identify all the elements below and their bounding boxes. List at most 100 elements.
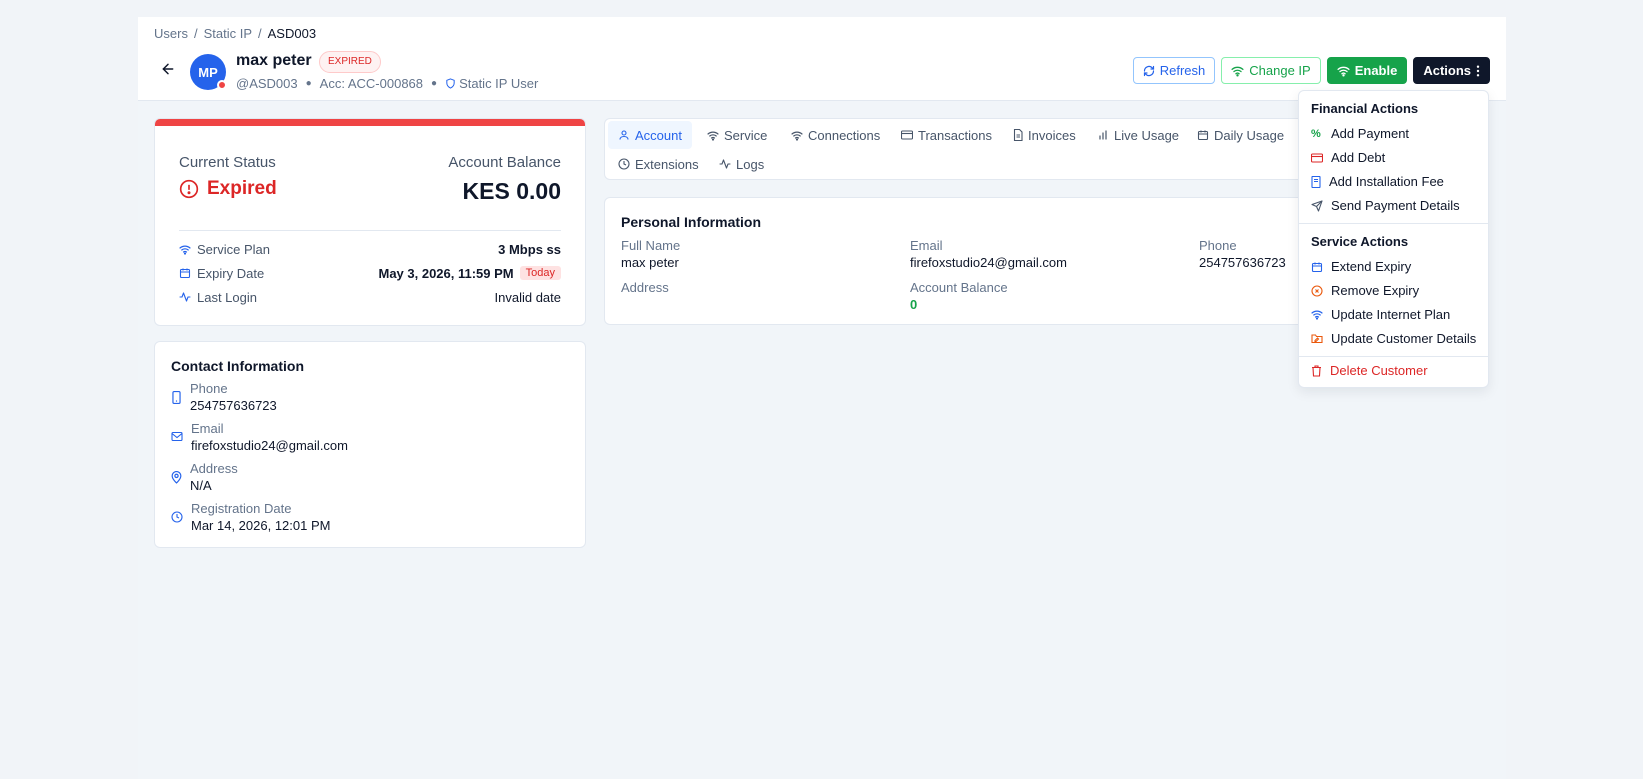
expiry-label: Expiry Date [197,265,265,281]
header-actions: Refresh Change IP Enable Actions [1132,57,1490,84]
user-type-label: Static IP User [459,76,539,91]
current-status-text: Expired [207,178,277,199]
full-name-value: max peter [621,255,679,270]
menu-item-update-customer-details[interactable]: Update Customer Details [1311,331,1476,346]
actions-button[interactable]: Actions [1413,57,1490,84]
extend-expiry-label: Extend Expiry [1331,259,1412,274]
today-badge: Today [519,266,561,280]
divider [179,230,561,231]
tab-live-usage[interactable]: Live Usage [1087,121,1189,149]
service-plan-value: 3 Mbps ss [498,241,561,257]
trash-icon [1312,364,1321,377]
receipt-icon [1311,175,1321,188]
tab-account[interactable]: Account [608,121,692,149]
tab-daily-usage-label: Daily Usage [1214,127,1285,143]
menu-item-add-payment[interactable]: % Add Payment [1311,126,1409,141]
wifi-icon [179,245,191,255]
contact-phone: Phone 254757636723 [171,381,277,413]
last-login-label: Last Login [197,289,257,305]
menu-item-add-debt[interactable]: Add Debt [1311,150,1385,165]
menu-item-extend-expiry[interactable]: Extend Expiry [1311,259,1411,274]
alert-circle-icon [179,179,199,199]
credit-card-icon [901,130,913,140]
avatar: MP [190,54,227,90]
tab-connections-label: Connections [808,127,881,143]
percent-icon: % [1311,127,1321,140]
tab-live-usage-label: Live Usage [1114,127,1180,143]
menu-item-send-payment-details[interactable]: Send Payment Details [1311,198,1460,213]
tab-service[interactable]: Service [697,121,777,149]
menu-item-add-installation-fee[interactable]: Add Installation Fee [1311,174,1444,189]
personal-info-card: Personal Information Full Name max peter… [604,197,1304,325]
financial-actions-header: Financial Actions [1311,101,1419,116]
wifi-icon [1311,310,1323,320]
mail-icon [171,431,183,442]
email-value: firefoxstudio24@gmail.com [910,255,1067,270]
tab-connections[interactable]: Connections [781,121,890,149]
wifi-icon [707,131,719,141]
contact-title: Contact Information [171,358,304,374]
calendar-icon [179,268,191,279]
last-login-value: Invalid date [494,289,562,305]
account-balance-value: KES 0.00 [462,178,561,204]
phone-icon [172,391,181,404]
service-plan-row: Service Plan 3 Mbps ss [179,240,561,258]
phone-value: 254757636723 [190,398,277,413]
file-text-icon [1013,129,1023,141]
tab-account-label: Account [635,127,682,143]
back-arrow-icon[interactable] [160,61,176,77]
user-name: max peter [236,52,312,69]
remove-expiry-label: Remove Expiry [1331,283,1420,298]
tab-extensions[interactable]: Extensions [608,150,709,178]
enable-button[interactable]: Enable [1326,57,1408,84]
update-customer-details-label: Update Customer Details [1331,331,1477,346]
menu-item-delete-customer[interactable]: Delete Customer [1311,363,1428,378]
more-vertical-icon [1476,65,1480,76]
status-bar [155,119,585,126]
send-payment-details-label: Send Payment Details [1331,198,1460,213]
wifi-icon [1231,66,1244,77]
tabs-bar: Account Service Connections Transactions… [604,118,1304,180]
activity-icon [179,292,191,302]
tab-transactions-label: Transactions [918,127,992,143]
add-payment-label: Add Payment [1331,126,1410,141]
change-ip-button[interactable]: Change IP [1221,57,1321,84]
service-actions-header: Service Actions [1311,234,1409,249]
phone-field: Phone 254757636723 [1199,238,1286,270]
email-label: Email [191,421,224,436]
page-header: Users / Static IP / ASD003 MP max peter … [138,17,1506,101]
email-value: firefoxstudio24@gmail.com [191,438,348,453]
registration-label: Registration Date [191,501,292,516]
enable-label: Enable [1354,63,1398,78]
tab-extensions-label: Extensions [635,156,699,172]
expiry-value: May 3, 2026, 11:59 PM [378,265,514,281]
delete-customer-label: Delete Customer [1330,363,1428,378]
activity-icon [719,159,731,169]
account-balance-label: Account Balance [448,154,561,171]
breadcrumb-current: ASD003 [267,26,317,41]
breadcrumb-users[interactable]: Users [154,26,188,41]
user-icon [619,130,629,140]
credit-card-icon [1311,152,1323,163]
full-name-label: Full Name [621,238,681,253]
status-dot [217,80,227,90]
email-field: Email firefoxstudio24@gmail.com [910,238,1067,270]
calendar-icon [1311,262,1323,272]
balance-label: Account Balance [910,280,1008,295]
menu-item-remove-expiry[interactable]: Remove Expiry [1311,283,1419,298]
wifi-icon [791,131,803,141]
send-icon [1311,199,1323,212]
x-circle-icon [1311,284,1323,297]
tab-daily-usage[interactable]: Daily Usage [1187,121,1294,149]
breadcrumb: Users / Static IP / ASD003 [154,26,316,41]
breadcrumb-static-ip[interactable]: Static IP [204,26,252,41]
address-field: Address [621,280,669,295]
tab-logs[interactable]: Logs [709,150,774,178]
refresh-button[interactable]: Refresh [1132,57,1216,84]
bullet-separator: ● [305,78,312,89]
menu-item-update-internet-plan[interactable]: Update Internet Plan [1311,307,1450,322]
status-badge: EXPIRED [319,51,381,73]
tab-invoices[interactable]: Invoices [1003,121,1086,149]
actions-label: Actions [1423,63,1471,78]
tab-transactions[interactable]: Transactions [891,121,1002,149]
